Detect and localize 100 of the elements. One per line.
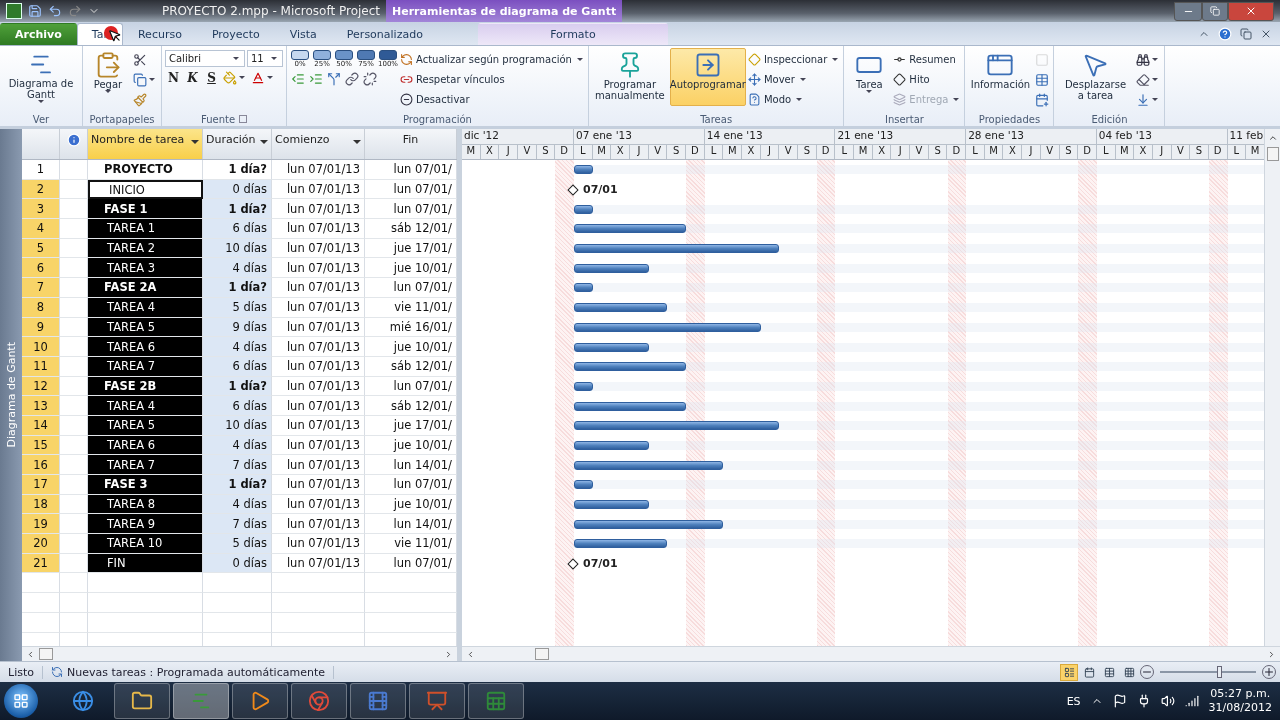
milestone-icon[interactable] [567, 557, 579, 570]
ribbon-button[interactable]: Mover [747, 70, 841, 89]
row-number[interactable]: 11 [22, 356, 60, 377]
task-bar[interactable] [574, 401, 686, 411]
ribbon-tab[interactable]: Recurso [122, 23, 197, 45]
taskbar-app[interactable] [114, 683, 170, 719]
format-button[interactable]: K [184, 68, 201, 87]
format-button[interactable]: N [165, 68, 182, 87]
task-name-cell[interactable]: TAREA 4 [88, 396, 203, 416]
taskbar-app[interactable] [291, 683, 347, 719]
ribbon-button[interactable]: Programar manualmente [591, 48, 668, 106]
ribbon-button[interactable]: Actualizar según programación [400, 50, 585, 69]
ribbon-tab[interactable]: Formato [477, 23, 668, 45]
icon-button[interactable] [362, 69, 378, 88]
task-bar[interactable] [574, 263, 649, 273]
task-bar[interactable] [574, 204, 593, 214]
task-bar[interactable] [574, 224, 686, 234]
taskbar-app[interactable] [232, 683, 288, 719]
row-number[interactable]: 7 [22, 278, 60, 298]
row-number[interactable]: 5 [22, 238, 60, 259]
scroll-thumb[interactable] [39, 648, 53, 660]
column-header[interactable]: Comienzo [272, 129, 365, 159]
combo-box[interactable]: Calibri [165, 50, 245, 67]
task-name-cell[interactable]: TAREA 7 [88, 356, 203, 377]
row-number[interactable]: 12 [22, 376, 60, 397]
task-bar[interactable] [574, 440, 649, 450]
task-name-cell[interactable]: FASE 3 [88, 475, 203, 495]
combo-box[interactable]: 11 [247, 50, 283, 67]
new-tasks-mode[interactable]: Nuevas tareas : Programada automáticamente [42, 665, 334, 679]
task-name-cell[interactable]: TAREA 7 [88, 455, 203, 475]
view-button[interactable] [1060, 663, 1078, 681]
ribbon-tab[interactable]: Vista [274, 23, 332, 45]
maximize-button[interactable] [1202, 1, 1228, 21]
ribbon-button[interactable]: Resumen [893, 50, 962, 69]
task-bar[interactable] [574, 421, 780, 431]
row-number[interactable]: 18 [22, 494, 60, 515]
row-number[interactable]: 1 [22, 160, 60, 180]
start-button[interactable] [4, 684, 38, 718]
row-number[interactable]: 15 [22, 435, 60, 456]
task-bar[interactable] [574, 303, 668, 313]
flag-icon[interactable] [1112, 694, 1127, 708]
task-name-cell[interactable]: TAREA 2 [88, 238, 203, 259]
task-name-cell[interactable]: TAREA 10 [88, 534, 203, 554]
task-bar[interactable] [574, 283, 593, 293]
task-bar[interactable] [574, 519, 724, 529]
row-number[interactable]: 3 [22, 199, 60, 220]
row-number[interactable]: 4 [22, 219, 60, 239]
ribbon-button[interactable]: Inspeccionar [747, 50, 841, 69]
language-indicator[interactable]: ES [1066, 694, 1081, 708]
save-icon[interactable] [28, 4, 42, 18]
task-name-cell[interactable]: TAREA 3 [88, 258, 203, 279]
ribbon-button[interactable]: Información [968, 48, 1033, 106]
task-bar[interactable] [574, 342, 649, 352]
horizontal-scrollbar[interactable] [462, 646, 1280, 661]
close-icon[interactable] [1260, 28, 1272, 40]
task-name-cell[interactable]: TAREA 6 [88, 337, 203, 357]
scroll-thumb[interactable] [1266, 147, 1279, 161]
horizontal-scrollbar[interactable] [22, 646, 457, 661]
row-number[interactable]: 10 [22, 337, 60, 357]
row-number[interactable]: 14 [22, 415, 60, 436]
network-icon[interactable] [1184, 694, 1199, 708]
undo-icon[interactable] [48, 4, 62, 18]
task-bar[interactable] [574, 500, 649, 510]
ribbon-button[interactable]: Pegar [86, 48, 130, 106]
row-number[interactable]: 6 [22, 258, 60, 279]
task-name-cell[interactable]: TAREA 4 [88, 297, 203, 318]
redo-icon[interactable] [68, 4, 82, 18]
task-name-cell[interactable]: TAREA 5 [88, 317, 203, 338]
volume-icon[interactable] [1160, 694, 1175, 708]
task-name-cell[interactable]: FASE 2B [88, 376, 203, 397]
row-number[interactable]: 20 [22, 534, 60, 554]
task-bar[interactable] [574, 322, 761, 332]
format-button[interactable]: S [203, 68, 220, 87]
zoom-thumb[interactable] [1217, 665, 1223, 678]
row-number[interactable]: 9 [22, 317, 60, 338]
ribbon-button[interactable]: Desactivar [400, 90, 585, 109]
taskbar-app[interactable] [468, 683, 524, 719]
row-number[interactable]: 2 [22, 179, 60, 200]
ribbon-button[interactable]: Autoprogramar [669, 48, 746, 106]
taskbar-app[interactable] [409, 683, 465, 719]
ribbon-tab[interactable]: Personalizado [331, 23, 438, 45]
ribbon-tab[interactable]: Proyecto [196, 23, 275, 45]
task-name-cell[interactable]: TAREA 1 [88, 219, 203, 239]
help-icon[interactable] [1218, 27, 1232, 41]
row-number[interactable]: 19 [22, 514, 60, 535]
restore-icon[interactable] [1240, 28, 1252, 40]
task-bar[interactable] [574, 460, 724, 470]
icon-button[interactable] [344, 69, 360, 88]
row-number[interactable]: 8 [22, 297, 60, 318]
column-header[interactable]: Duración [203, 129, 272, 159]
task-name-cell[interactable]: FASE 2A [88, 278, 203, 298]
ribbon-button[interactable]: Modo [747, 90, 841, 109]
row-number[interactable]: 13 [22, 396, 60, 416]
task-name-cell[interactable]: FASE 1 [88, 199, 203, 220]
vertical-scrollbar[interactable] [1264, 129, 1280, 646]
task-name-cell[interactable]: TAREA 8 [88, 494, 203, 515]
ribbon-button[interactable]: Hito [893, 70, 962, 89]
row-number[interactable]: 21 [22, 553, 60, 574]
task-name-cell[interactable]: TAREA 9 [88, 514, 203, 535]
task-bar[interactable] [574, 165, 593, 175]
